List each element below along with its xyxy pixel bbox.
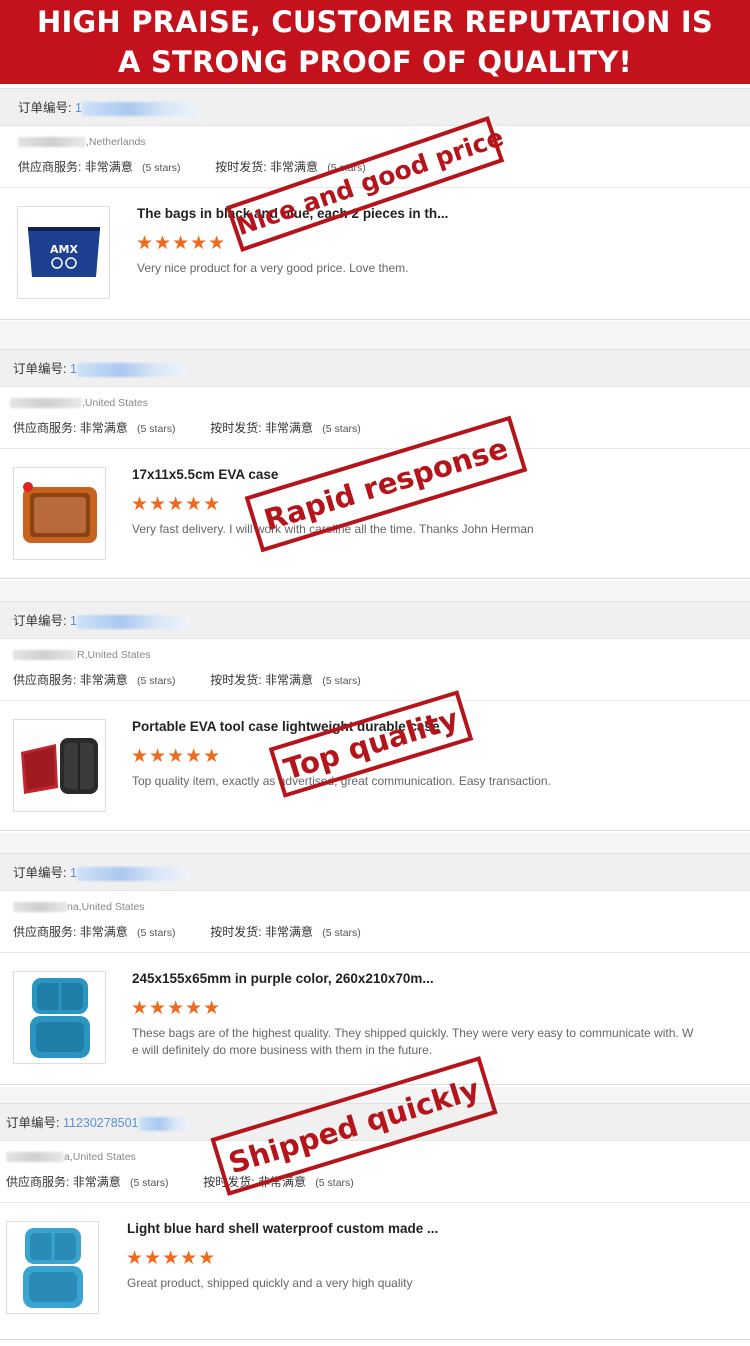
redaction-blur: [13, 650, 77, 661]
product-thumbnail[interactable]: [13, 719, 106, 812]
section-divider: [0, 321, 750, 349]
redaction-blur: [18, 137, 86, 148]
product-row: 245x155x65mm in purple color, 260x210x70…: [0, 953, 750, 1085]
order-bar: 订单编号: 1: [0, 88, 750, 126]
review-comment-line-1: These bags are of the highest quality. T…: [132, 1026, 694, 1040]
delivery-value: 非常满意: [264, 421, 313, 435]
review-card-4: 订单编号: 1 na,United States 供应商服务: 非常满意 (5 …: [0, 853, 750, 1085]
order-label: 订单编号:: [18, 101, 72, 115]
supplier-service-stars: (5 stars): [137, 675, 176, 687]
redaction-blur: [6, 1152, 64, 1163]
red-black-case-icon: [20, 737, 98, 794]
supplier-service-value: 非常满意: [72, 1175, 121, 1189]
supplier-service-value: 非常满意: [79, 925, 128, 939]
light-blue-case-icon: [22, 1227, 83, 1308]
supplier-service-stars: (5 stars): [130, 1177, 169, 1189]
product-thumbnail[interactable]: [13, 467, 106, 560]
delivery-value: 非常满意: [264, 925, 313, 939]
delivery-value: 非常满意: [269, 160, 318, 174]
delivery-label: 按时发货:: [210, 673, 262, 687]
delivery-value: 非常满意: [264, 673, 313, 687]
order-number-link[interactable]: 1: [75, 101, 82, 115]
order-label: 订单编号:: [13, 362, 67, 376]
delivery-stars: (5 stars): [315, 1177, 354, 1189]
rating-stars: ★★★★★: [131, 494, 222, 515]
order-label: 订单编号:: [13, 866, 67, 880]
redaction-blur: [81, 101, 200, 116]
delivery-label: 按时发货:: [210, 421, 262, 435]
review-comment: Great product, shipped quickly and a ver…: [127, 1276, 413, 1290]
delivery-label: 按时发货:: [215, 160, 267, 174]
seller-ratings: 供应商服务: 非常满意 (5 stars) 按时发货: 非常满意 (5 star…: [6, 1173, 354, 1190]
supplier-service-label: 供应商服务:: [6, 1175, 70, 1189]
delivery-stars: (5 stars): [322, 927, 361, 939]
buyer-info: ,United States 供应商服务: 非常满意 (5 stars) 按时发…: [0, 387, 750, 449]
product-title[interactable]: 17x11x5.5cm EVA case: [132, 467, 278, 482]
supplier-service-value: 非常满意: [79, 421, 128, 435]
rating-stars: ★★★★★: [131, 998, 222, 1019]
product-thumbnail[interactable]: AMX: [17, 206, 110, 299]
order-number-link[interactable]: 1: [70, 614, 77, 628]
supplier-service-value: 非常满意: [84, 160, 133, 174]
supplier-service-stars: (5 stars): [137, 423, 176, 435]
supplier-service-stars: (5 stars): [137, 927, 176, 939]
redaction-blur: [13, 902, 67, 913]
redaction-blur: [76, 866, 189, 881]
redaction-blur: [76, 362, 187, 377]
seller-ratings: 供应商服务: 非常满意 (5 stars) 按时发货: 非常满意 (5 star…: [18, 158, 366, 175]
order-number-link[interactable]: 1: [70, 866, 77, 880]
rating-stars: ★★★★★: [136, 233, 227, 254]
product-title[interactable]: Light blue hard shell waterproof custom …: [127, 1221, 438, 1236]
order-number-link[interactable]: 11230278501: [63, 1116, 139, 1130]
delivery-stars: (5 stars): [322, 675, 361, 687]
product-row: AMX The bags in black and blue, each 2 p…: [0, 188, 750, 320]
order-bar: 订单编号: 1: [0, 601, 750, 639]
redaction-blur: [138, 1116, 189, 1131]
buyer-info: R,United States 供应商服务: 非常满意 (5 stars) 按时…: [0, 639, 750, 701]
order-bar: 订单编号: 1: [0, 853, 750, 891]
seller-ratings: 供应商服务: 非常满意 (5 stars) 按时发货: 非常满意 (5 star…: [13, 923, 361, 940]
review-comment-line-2: e will definitely do more business with …: [132, 1043, 433, 1057]
order-label: 订单编号:: [13, 614, 67, 628]
product-title[interactable]: 245x155x65mm in purple color, 260x210x70…: [132, 971, 434, 986]
order-number-link[interactable]: 1: [70, 362, 77, 376]
redaction-blur: [10, 398, 82, 409]
buyer-country: na,United States: [13, 901, 145, 913]
order-bar: 订单编号: 1: [0, 349, 750, 387]
product-thumbnail[interactable]: [6, 1221, 99, 1314]
supplier-service-label: 供应商服务:: [13, 421, 77, 435]
buyer-country: R,United States: [13, 649, 151, 661]
pouch-logo-text: AMX: [50, 243, 78, 256]
review-comment: These bags are of the highest quality. T…: [132, 1025, 693, 1059]
supplier-service-value: 非常满意: [79, 673, 128, 687]
supplier-service-stars: (5 stars): [142, 162, 181, 174]
buyer-country: a,United States: [6, 1151, 136, 1163]
banner-line-1: HIGH PRAISE, CUSTOMER REPUTATION IS: [36, 5, 714, 39]
review-comment: Very nice product for a very good price.…: [137, 261, 409, 275]
blue-zipper-pouch-icon: AMX: [27, 226, 100, 277]
delivery-label: 按时发货:: [210, 925, 262, 939]
buyer-info: na,United States 供应商服务: 非常满意 (5 stars) 按…: [0, 891, 750, 953]
blue-open-case-icon: [29, 977, 90, 1058]
banner-line-2: A STRONG PROOF OF QUALITY!: [118, 45, 632, 79]
delivery-stars: (5 stars): [322, 423, 361, 435]
seller-ratings: 供应商服务: 非常满意 (5 stars) 按时发货: 非常满意 (5 star…: [13, 671, 361, 688]
rating-stars: ★★★★★: [126, 1248, 217, 1269]
header-banner: HIGH PRAISE, CUSTOMER REPUTATION IS A ST…: [0, 0, 750, 84]
orange-open-case-icon: [22, 481, 97, 543]
seller-ratings: 供应商服务: 非常满意 (5 stars) 按时发货: 非常满意 (5 star…: [13, 419, 361, 436]
supplier-service-label: 供应商服务:: [13, 925, 77, 939]
order-label: 订单编号:: [6, 1116, 60, 1130]
supplier-service-label: 供应商服务:: [18, 160, 82, 174]
buyer-country: ,Netherlands: [18, 136, 146, 148]
buyer-country: ,United States: [10, 397, 148, 409]
redaction-blur: [76, 614, 189, 629]
product-row: Light blue hard shell waterproof custom …: [0, 1203, 750, 1340]
supplier-service-label: 供应商服务:: [13, 673, 77, 687]
section-divider: [0, 581, 750, 601]
rating-stars: ★★★★★: [131, 746, 222, 767]
product-thumbnail[interactable]: [13, 971, 106, 1064]
section-divider: [0, 833, 750, 853]
